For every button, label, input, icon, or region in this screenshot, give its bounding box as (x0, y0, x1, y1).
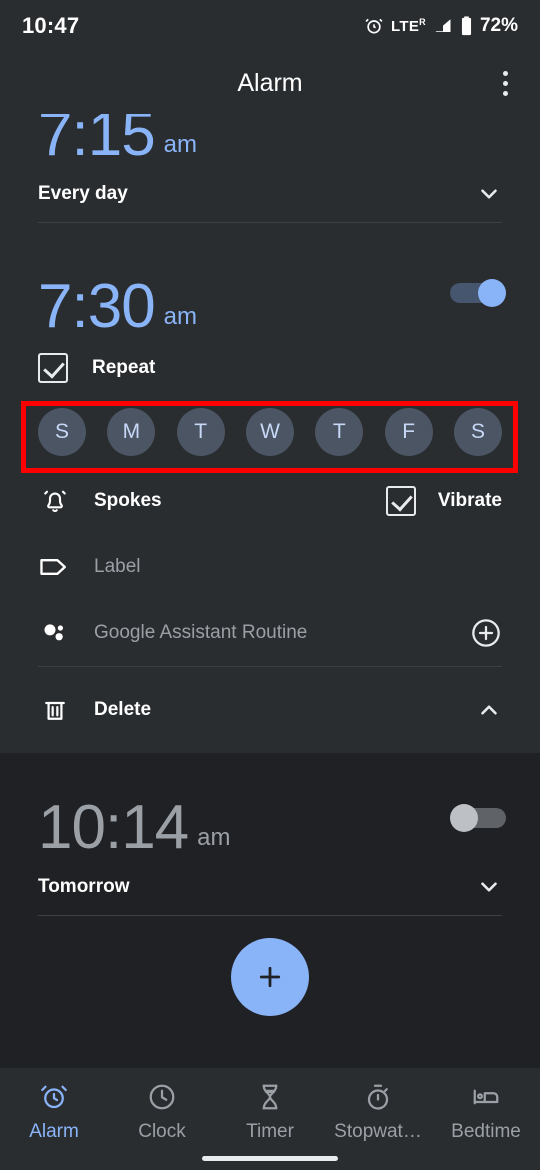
add-routine-button[interactable] (470, 617, 502, 649)
gesture-home-bar (202, 1156, 338, 1161)
assistant-routine-row[interactable]: Google Assistant Routine (0, 600, 540, 666)
chevron-down-icon[interactable] (476, 181, 502, 207)
day-chip-thursday[interactable]: T (315, 408, 364, 456)
nav-label-alarm: Alarm (29, 1121, 79, 1142)
ringtone-label: Spokes (94, 490, 162, 511)
phone-screen: 10:47 LTER 72% Alarm 7:15 am Every day 7… (0, 0, 540, 1170)
tag-icon (38, 550, 72, 584)
repeat-checkbox[interactable] (38, 353, 68, 383)
day-chip-tuesday[interactable]: T (176, 408, 225, 456)
alarm-icon (364, 16, 384, 36)
delete-row[interactable]: Delete (0, 667, 540, 753)
alarm-time-row[interactable]: 10:14 am (0, 753, 540, 859)
signal-icon (433, 17, 453, 35)
alarm-ampm: am (163, 131, 198, 158)
clock-icon (147, 1082, 177, 1117)
alarm-schedule-row[interactable]: Every day (0, 166, 540, 222)
status-bar-icons: LTER 72% (364, 15, 518, 37)
ringtone-row[interactable]: Spokes Vibrate (0, 468, 540, 534)
nav-label-clock: Clock (138, 1121, 186, 1142)
nav-label-stopwatch: Stopwat… (334, 1121, 422, 1142)
page-title: Alarm (237, 68, 303, 97)
bottom-navigation[interactable]: Alarm Clock Timer Stopwat… Bedtime (0, 1068, 540, 1170)
nav-item-bedtime[interactable]: Bedtime (432, 1082, 540, 1143)
alarm-time-row[interactable]: 7:30 am (0, 234, 540, 338)
toggle-knob (450, 804, 478, 832)
chevron-up-icon[interactable] (476, 697, 502, 723)
alarm-item-1014[interactable]: 10:14 am Tomorrow (0, 753, 540, 916)
alarm-clock-icon (39, 1082, 69, 1117)
alarm-toggle[interactable] (450, 278, 506, 308)
nav-item-clock[interactable]: Clock (108, 1082, 216, 1143)
bell-ring-icon (38, 484, 72, 518)
nav-item-stopwatch[interactable]: Stopwat… (324, 1082, 432, 1143)
assistant-routine-label: Google Assistant Routine (94, 622, 308, 643)
bed-icon (471, 1082, 501, 1117)
alarm-time: 7:15 (38, 114, 156, 169)
alarm-item-715[interactable]: 7:15 am Every day (0, 114, 540, 234)
overflow-menu-icon[interactable] (488, 63, 522, 103)
nav-item-alarm[interactable]: Alarm (0, 1082, 108, 1143)
delete-label: Delete (94, 699, 152, 720)
nav-item-timer[interactable]: Timer (216, 1082, 324, 1143)
toggle-knob (478, 279, 506, 307)
vibrate-control[interactable]: Vibrate (385, 486, 502, 516)
day-chip-sunday[interactable]: S (38, 408, 86, 456)
day-selector-row[interactable]: S M T W T F S (0, 398, 540, 473)
alarm-list[interactable]: 7:15 am Every day 7:30 am Repeat S M T W… (0, 114, 540, 1170)
alarm-time: 7:30 (38, 272, 156, 341)
status-bar: 10:47 LTER 72% (0, 0, 540, 52)
alarm-ampm: am (163, 303, 198, 330)
divider (38, 222, 502, 223)
alarm-schedule-label: Every day (38, 183, 128, 204)
google-assistant-icon (38, 616, 72, 650)
alarm-schedule-row[interactable]: Tomorrow (0, 859, 540, 915)
add-alarm-fab[interactable] (231, 938, 309, 1016)
chevron-down-icon[interactable] (476, 874, 502, 900)
repeat-row[interactable]: Repeat (0, 338, 540, 398)
vibrate-label: Vibrate (437, 490, 502, 511)
alarm-toggle[interactable] (450, 803, 506, 833)
alarm-label-placeholder: Label (94, 556, 141, 577)
fab-area (0, 916, 540, 1046)
label-row[interactable]: Label (0, 534, 540, 600)
stopwatch-icon (363, 1082, 393, 1117)
battery-percentage: 72% (479, 15, 518, 36)
alarm-item-730-expanded[interactable]: 7:30 am Repeat S M T W T F S Spokes Vibr… (0, 234, 540, 753)
day-chip-friday[interactable]: F (384, 408, 433, 456)
day-chip-saturday[interactable]: S (453, 408, 502, 456)
day-chip-monday[interactable]: M (107, 408, 156, 456)
alarm-time-row[interactable]: 7:15 am (0, 114, 540, 166)
nav-label-bedtime: Bedtime (451, 1121, 521, 1142)
status-bar-clock: 10:47 (22, 13, 80, 38)
alarm-ampm: am (197, 824, 231, 851)
app-bar: Alarm (0, 52, 540, 114)
vibrate-checkbox[interactable] (385, 486, 416, 516)
day-chip-wednesday[interactable]: W (245, 408, 294, 456)
alarm-schedule-label: Tomorrow (38, 876, 130, 897)
network-type-label: LTER (391, 17, 426, 35)
repeat-label: Repeat (92, 357, 156, 378)
nav-label-timer: Timer (246, 1121, 294, 1142)
alarm-time: 10:14 (38, 793, 189, 862)
trash-icon (38, 693, 72, 727)
hourglass-icon (255, 1082, 285, 1117)
battery-icon (460, 16, 473, 36)
